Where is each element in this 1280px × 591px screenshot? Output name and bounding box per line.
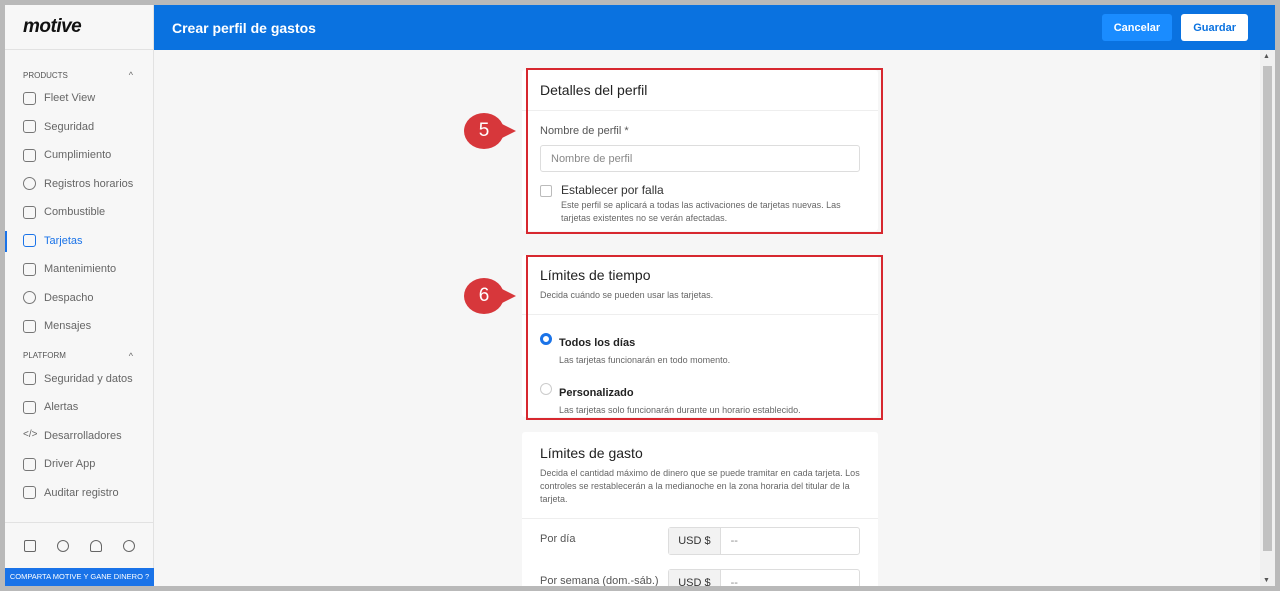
map-pin-icon[interactable] [23, 539, 36, 552]
scroll-up-icon[interactable]: ▲ [1263, 53, 1270, 60]
section-platform[interactable]: PLATFORM ^ [5, 349, 153, 363]
label: Tarjetas [44, 234, 83, 247]
amount-value: -- [730, 577, 738, 586]
sidebar-item-despacho[interactable]: Despacho [5, 284, 153, 313]
page-title: Crear perfil de gastos [172, 19, 316, 36]
motive-logo: motive [5, 5, 153, 50]
amount-value: -- [730, 535, 738, 547]
spend-limits-card: Límites de gasto Decida el cantidad máxim… [522, 432, 878, 586]
label: Alertas [44, 401, 79, 414]
sidebar-item-mensajes[interactable]: Mensajes [5, 312, 153, 341]
sidebar-item-driver-app[interactable]: Driver App [5, 450, 153, 479]
sidebar-item-seguridad-datos[interactable]: Seguridad y datos [5, 365, 153, 394]
label: Auditar registro [44, 486, 119, 499]
label: Cumplimiento [44, 149, 112, 162]
scrollbar-thumb[interactable] [1263, 66, 1272, 551]
alert-icon [23, 400, 36, 414]
sidebar-footer [5, 522, 154, 568]
label: Driver App [44, 458, 96, 471]
scrollbar[interactable]: ▲ ▼ [1260, 50, 1275, 586]
clock-icon [23, 177, 36, 191]
sidebar-item-fleet-view[interactable]: Fleet View [5, 84, 153, 113]
label: Combustible [44, 206, 106, 219]
label: Despacho [44, 291, 94, 304]
label: Seguridad [44, 120, 95, 133]
sidebar-item-auditar[interactable]: Auditar registro [5, 479, 153, 508]
currency-prefix: USD $ [669, 570, 721, 586]
annotation-box [526, 68, 883, 234]
map-icon [23, 91, 36, 105]
shield-icon [23, 120, 36, 134]
dispatch-icon [23, 291, 36, 305]
limit-row-week: Por semana (dom.-sáb.) USD $ -- [522, 569, 878, 586]
row-label: Por semana (dom.-sáb.) [540, 575, 659, 586]
chart-icon [23, 148, 36, 162]
amount-input[interactable]: USD $ -- [668, 527, 860, 555]
label: Desarrolladores [44, 429, 122, 442]
user-icon[interactable] [123, 539, 136, 552]
fuel-icon [23, 205, 36, 219]
section-label: PRODUCTS [23, 70, 68, 80]
sidebar-item-alertas[interactable]: Alertas [5, 393, 153, 422]
label: Registros horarios [44, 177, 134, 190]
chevron-up-icon[interactable]: ^ [129, 351, 133, 361]
help-icon[interactable] [56, 539, 69, 552]
phone-icon [23, 457, 36, 471]
lock-shield-icon [23, 372, 36, 386]
messages-icon [23, 319, 36, 333]
step-marker: 6 [464, 278, 516, 314]
sidebar-item-tarjetas[interactable]: Tarjetas [5, 227, 153, 256]
label: Seguridad y datos [44, 372, 133, 385]
sidebar-item-cumplimiento[interactable]: Cumplimiento [5, 141, 153, 170]
sidebar-item-seguridad[interactable]: Seguridad [5, 113, 153, 142]
cancel-button[interactable]: Cancelar [1101, 14, 1173, 41]
annotation-box [526, 255, 883, 420]
card-title: Límites de gasto [540, 445, 643, 461]
bell-icon[interactable] [90, 539, 103, 552]
step-marker: 5 [464, 113, 516, 149]
sidebar: motive PRODUCTS ^ Fleet View Seguridad Cu… [5, 5, 154, 586]
document-icon [23, 486, 36, 500]
card-icon [23, 234, 36, 248]
code-icon: </> [23, 429, 38, 441]
amount-input[interactable]: USD $ -- [668, 569, 860, 586]
save-button[interactable]: Guardar [1181, 14, 1248, 41]
limit-row-day: Por día USD $ -- [522, 527, 878, 569]
currency-prefix: USD $ [669, 528, 721, 554]
wrench-icon [23, 262, 36, 276]
label: Fleet View [44, 92, 96, 105]
referral-banner[interactable]: COMPARTA MOTIVE Y GANE DINERO ? [5, 568, 154, 586]
scroll-down-icon[interactable]: ▼ [1263, 577, 1270, 584]
header: Crear perfil de gastos Cancelar Guardar [154, 5, 1275, 50]
sidebar-item-desarrolladores[interactable]: </> Desarrolladores [5, 422, 153, 451]
sidebar-item-registros[interactable]: Registros horarios [5, 170, 153, 199]
sidebar-item-combustible[interactable]: Combustible [5, 198, 153, 227]
row-label: Por día [540, 533, 576, 545]
card-desc: Decida el cantidad máximo de dinero que … [540, 468, 860, 504]
sidebar-item-mantenimiento[interactable]: Mantenimiento [5, 255, 153, 284]
label: Mensajes [44, 320, 92, 333]
section-products[interactable]: PRODUCTS ^ [5, 68, 153, 82]
chevron-up-icon[interactable]: ^ [129, 70, 133, 80]
section-label: PLATFORM [23, 351, 66, 360]
label: Mantenimiento [44, 263, 117, 276]
